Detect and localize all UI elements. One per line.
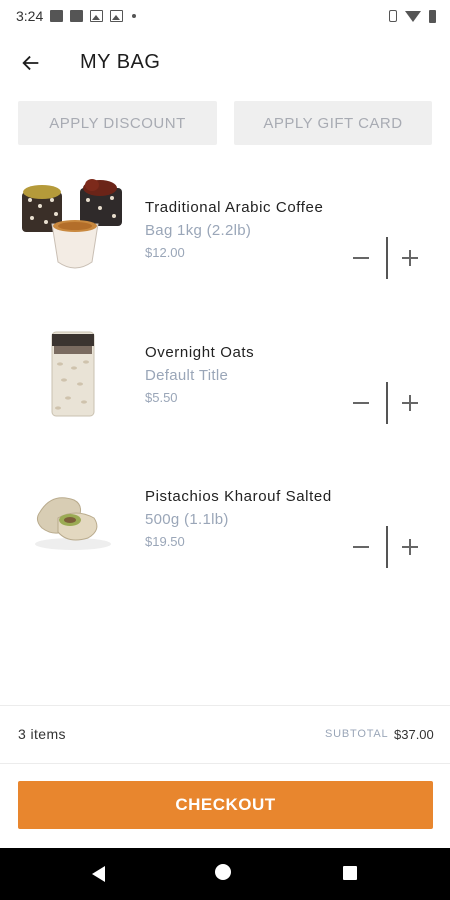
item-price: $19.50 [145, 534, 185, 549]
minus-icon [353, 402, 369, 404]
status-time: 3:24 [16, 8, 44, 24]
minus-icon [353, 257, 369, 259]
apply-discount-button[interactable]: APPLY DISCOUNT [18, 101, 217, 145]
image-notification-icon-2 [110, 10, 124, 22]
item-name: Pistachios Kharouf Salted [145, 488, 332, 505]
battery-icon [429, 9, 436, 23]
quantity-divider [386, 382, 388, 424]
decrease-quantity-button[interactable] [347, 389, 375, 417]
back-arrow-icon[interactable] [20, 52, 42, 74]
item-variant: Default Title [145, 367, 229, 384]
apply-gift-card-button[interactable]: APPLY GIFT CARD [234, 101, 432, 145]
item-variant: Bag 1kg (2.2lb) [145, 222, 252, 239]
subtotal-label: SUBTOTAL [325, 728, 389, 740]
oats-product-image [51, 331, 95, 417]
summary-top-divider [0, 705, 450, 706]
status-right [389, 9, 436, 23]
plus-icon-vertical [409, 250, 411, 266]
coffee-product-image [22, 179, 122, 269]
plus-icon-vertical [409, 539, 411, 555]
app-header: MY BAG [0, 40, 450, 86]
item-price: $12.00 [145, 245, 185, 260]
wifi-icon [405, 10, 421, 22]
plus-icon-vertical [409, 395, 411, 411]
status-left: 3:24 [16, 8, 137, 24]
vibrate-icon [389, 10, 397, 22]
square-notification-icon [70, 10, 84, 22]
subtotal-value: $37.00 [394, 727, 434, 742]
checkout-button[interactable]: CHECKOUT [18, 781, 433, 829]
page-title: MY BAG [80, 51, 161, 73]
decrease-quantity-button[interactable] [347, 533, 375, 561]
cart-item: Overnight Oats Default Title $5.50 [0, 320, 450, 440]
increase-quantity-button[interactable] [396, 389, 424, 417]
gallery-notification-icon [50, 10, 64, 22]
nav-home-icon[interactable] [215, 864, 231, 880]
item-name: Traditional Arabic Coffee [145, 199, 324, 216]
quantity-divider [386, 237, 388, 279]
status-bar: 3:24 [0, 0, 450, 32]
quantity-divider [386, 526, 388, 568]
item-variant: 500g (1.1lb) [145, 511, 229, 528]
nav-back-icon[interactable] [92, 866, 105, 882]
nav-recents-icon[interactable] [343, 866, 357, 880]
decrease-quantity-button[interactable] [347, 244, 375, 272]
cart-item: Pistachios Kharouf Salted 500g (1.1lb) $… [0, 464, 450, 584]
increase-quantity-button[interactable] [396, 533, 424, 561]
image-notification-icon [90, 10, 104, 22]
increase-quantity-button[interactable] [396, 244, 424, 272]
item-price: $5.50 [145, 390, 178, 405]
cart-item: Traditional Arabic Coffee Bag 1kg (2.2lb… [0, 175, 450, 295]
summary-bottom-divider [0, 763, 450, 764]
pistachio-product-image [35, 497, 111, 550]
minus-icon [353, 546, 369, 548]
item-name: Overnight Oats [145, 344, 255, 361]
items-count: 3 items [18, 726, 66, 742]
more-notifications-icon [132, 14, 137, 18]
system-nav-bar [0, 848, 450, 900]
